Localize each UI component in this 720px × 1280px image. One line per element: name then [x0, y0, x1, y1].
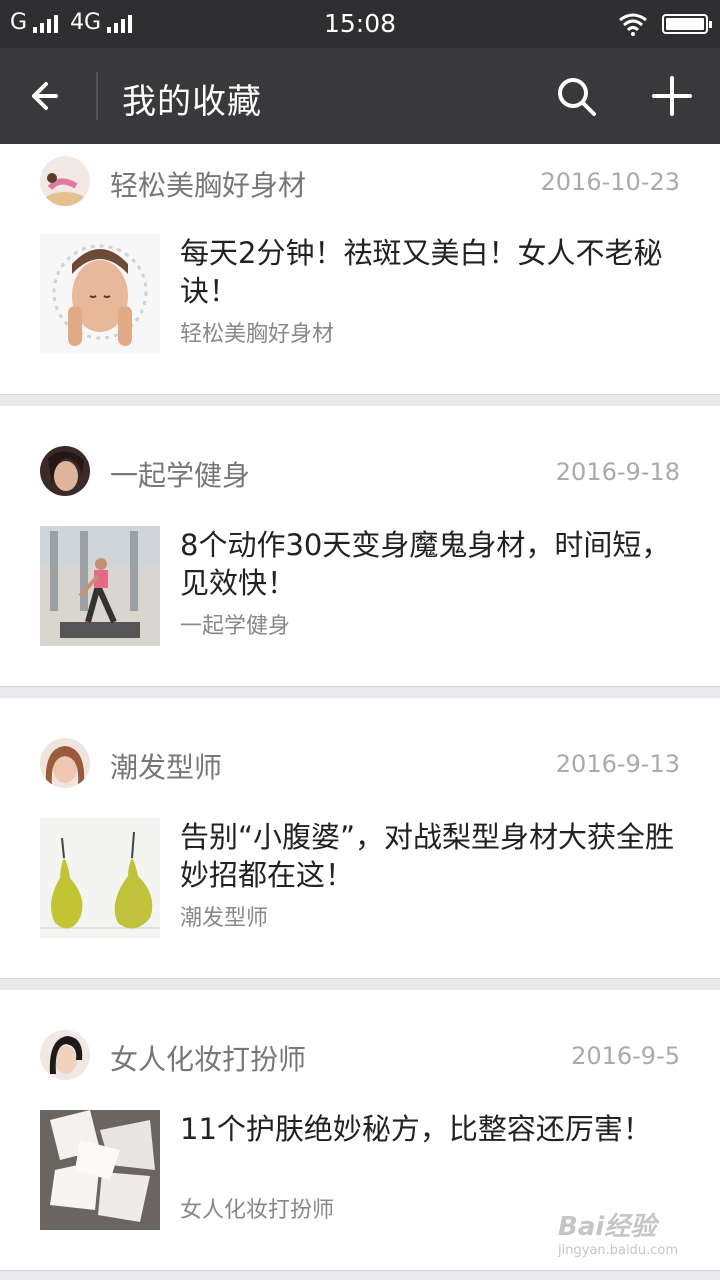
article-thumbnail	[40, 818, 160, 938]
plus-icon	[652, 76, 692, 116]
battery-icon	[662, 14, 712, 34]
article-thumbnail	[40, 234, 160, 354]
baidu-watermark: Bai经验 jingyan.baidu.com	[558, 1206, 678, 1258]
favorite-date: 2016-9-5	[571, 1042, 680, 1070]
article-thumbnail	[40, 1110, 160, 1230]
source-avatar	[40, 156, 90, 206]
toolbar-divider	[96, 72, 98, 120]
article-title: 8个动作30天变身魔鬼身材，时间短，见效快！	[180, 528, 671, 600]
source-name: 轻松美胸好身材	[110, 169, 307, 202]
article-source: 女人化妆打扮师	[180, 1198, 335, 1223]
search-icon	[558, 78, 596, 116]
page-title: 我的收藏	[122, 82, 262, 122]
favorite-date: 2016-9-13	[555, 750, 680, 778]
source-avatar	[40, 1030, 90, 1080]
article-source: 潮发型师	[180, 906, 269, 931]
article-source: 轻松美胸好身材	[180, 322, 335, 347]
source-name: 女人化妆打扮师	[110, 1043, 307, 1076]
article-title: 每天2分钟！祛斑又美白！女人不老秘诀！	[180, 236, 663, 308]
article-title: 11个护肤绝妙秘方，比整容还厉害！	[180, 1112, 652, 1146]
top-toolbar: 我的收藏	[0, 48, 720, 144]
wifi-icon	[619, 13, 647, 36]
clock: 15:08	[323, 9, 397, 38]
status-icons	[618, 12, 712, 36]
watermark-text: Bai经验	[558, 1212, 657, 1242]
back-button[interactable]	[22, 72, 76, 120]
article-title: 告别“小腹婆”，对战梨型身材大获全胜妙招都在这！	[180, 820, 675, 892]
source-name: 一起学健身	[110, 459, 251, 492]
article-thumbnail	[40, 526, 160, 646]
favorite-date: 2016-10-23	[540, 168, 680, 196]
source-avatar	[40, 446, 90, 496]
source-avatar	[40, 738, 90, 788]
favorite-card[interactable]: 轻松美胸好身材 2016-10-23 每天2分钟！祛斑又美白！女人不老秘诀！ 轻…	[0, 144, 720, 394]
search-button[interactable]	[552, 72, 600, 120]
status-bar: G 4G 15:08	[0, 0, 720, 48]
favorite-date: 2016-9-18	[555, 458, 680, 486]
favorite-card[interactable]: 一起学健身 2016-9-18 8个动作30天变身魔鬼身材，时间短，见效快！ 一…	[0, 406, 720, 686]
source-name: 潮发型师	[110, 751, 223, 784]
article-source: 一起学健身	[180, 614, 291, 639]
arrow-left-icon	[32, 82, 58, 110]
watermark-url: jingyan.baidu.com	[558, 1243, 678, 1258]
add-button[interactable]	[648, 72, 696, 120]
favorite-card[interactable]: 潮发型师 2016-9-13 告别“小腹婆”，对战梨型身材大获全胜妙招都在这！ …	[0, 698, 720, 978]
